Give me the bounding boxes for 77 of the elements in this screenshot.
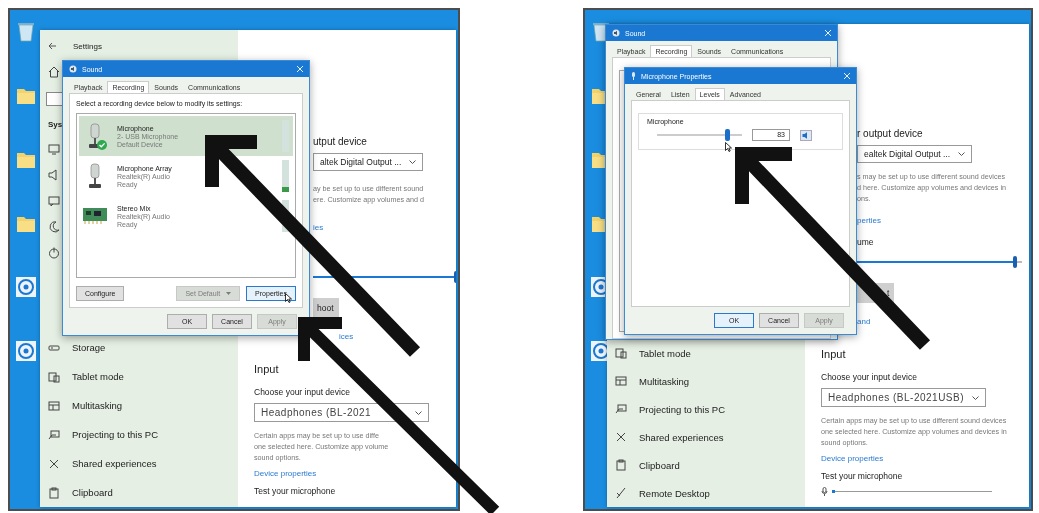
moon-icon[interactable] xyxy=(48,221,60,233)
chevron-icon xyxy=(409,160,417,164)
cross-icon xyxy=(48,457,60,470)
chevron-icon xyxy=(958,152,965,156)
manage-devices-link[interactable]: and xyxy=(857,317,871,326)
field-label: Test your microphone xyxy=(821,471,903,481)
monitor-icon[interactable] xyxy=(48,143,60,155)
microphone-icon xyxy=(821,487,828,497)
tablet-icon xyxy=(48,370,60,383)
chevron-icon xyxy=(972,395,980,400)
field-label: Choose your input device xyxy=(254,387,350,397)
clipboard-icon xyxy=(48,486,60,499)
sidebar-item[interactable]: Clipboard xyxy=(615,451,805,479)
cross-icon xyxy=(615,431,627,443)
section-heading: Sys xyxy=(48,120,63,129)
volume-slider[interactable] xyxy=(857,255,1022,269)
speaker-icon xyxy=(69,65,77,73)
sidebar-item[interactable]: Shared experiences xyxy=(48,449,238,478)
projector-icon xyxy=(615,403,627,415)
window-title: Settings xyxy=(73,41,102,51)
sidebar-item[interactable]: Projecting to this PC xyxy=(48,420,238,449)
slider-thumb[interactable] xyxy=(725,129,731,141)
microphone-icon xyxy=(88,123,102,149)
sidebar-item[interactable]: Storage xyxy=(48,333,238,362)
message-icon[interactable] xyxy=(48,195,60,207)
tablet-icon xyxy=(615,347,627,359)
section-heading: utput device xyxy=(313,136,367,147)
back-arrow-icon[interactable] xyxy=(48,42,57,50)
device-properties-link[interactable]: Device properties xyxy=(821,454,884,463)
home-icon[interactable] xyxy=(48,66,60,78)
mute-button[interactable] xyxy=(800,129,812,141)
microphone-icon xyxy=(88,163,102,189)
sidebar-item[interactable]: Remote Desktop xyxy=(615,479,805,507)
microphone-icon xyxy=(631,72,636,80)
close-icon[interactable] xyxy=(844,73,850,79)
section-heading: Input xyxy=(254,363,279,375)
app-icon[interactable] xyxy=(16,276,36,298)
power-icon[interactable] xyxy=(48,247,60,259)
volume-slider[interactable] xyxy=(313,270,456,284)
properties-link[interactable]: ies xyxy=(313,223,324,232)
volume-label: ume xyxy=(857,237,874,247)
device-properties-link[interactable]: Device properties xyxy=(254,469,317,478)
manage-devices-link[interactable]: ices xyxy=(339,332,354,341)
slider-thumb[interactable] xyxy=(1013,256,1018,268)
field-label: Test your microphone xyxy=(254,486,336,496)
chevron-icon xyxy=(415,410,422,415)
app-icon[interactable] xyxy=(16,340,36,362)
sidebar-item[interactable]: Shared experiences xyxy=(615,423,805,451)
sidebar-item[interactable]: Multitasking xyxy=(48,391,238,420)
multitasking-icon xyxy=(615,375,627,387)
field-label: Choose your input device xyxy=(821,372,917,382)
clipboard-icon xyxy=(615,459,627,471)
troubleshoot-button[interactable]: hoot xyxy=(313,298,339,318)
speaker-icon xyxy=(802,131,810,139)
projector-icon xyxy=(48,428,60,441)
sidebar-item[interactable]: Multitasking xyxy=(615,367,805,395)
close-icon[interactable] xyxy=(825,30,831,36)
sidebar-item[interactable]: Tablet mode xyxy=(48,362,238,391)
recycle-bin-icon[interactable] xyxy=(16,20,36,42)
properties-link[interactable]: perties xyxy=(857,216,881,225)
section-heading: Input xyxy=(821,348,846,360)
sidebar-item[interactable]: Projecting to this PC xyxy=(615,395,805,423)
multitasking-icon xyxy=(48,399,60,412)
output-device-dropdown[interactable]: ealtek Digital Output ... xyxy=(857,145,972,163)
remote-icon xyxy=(615,487,627,499)
sound-card-icon xyxy=(83,208,107,224)
section-heading: r output device xyxy=(857,128,923,139)
input-device-dropdown[interactable]: Headphones (BL-2021 xyxy=(254,403,429,422)
input-device-dropdown[interactable]: Headphones (BL-2021USB) xyxy=(821,388,987,407)
sidebar-item[interactable]: Tablet mode xyxy=(615,339,805,367)
speaker-icon[interactable] xyxy=(48,169,60,181)
close-icon[interactable] xyxy=(297,66,303,72)
sidebar-item[interactable]: Clipboard xyxy=(48,478,238,507)
speaker-icon xyxy=(612,29,620,37)
output-device-dropdown[interactable]: altek Digital Output ... xyxy=(313,153,424,171)
cursor-icon xyxy=(285,293,292,303)
caret-icon xyxy=(226,292,232,295)
